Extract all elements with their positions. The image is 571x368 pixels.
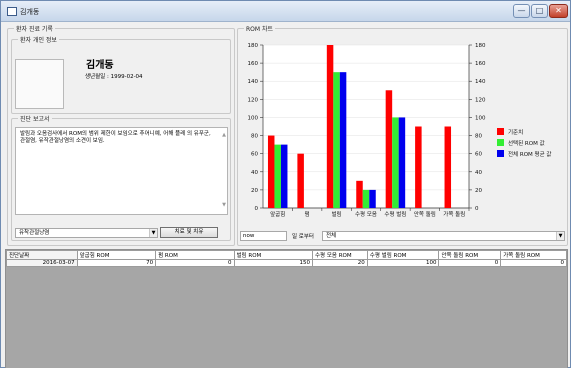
x-tick-label: 앞굽힘 bbox=[270, 210, 285, 218]
x-tick-label: 가쪽 돌림 bbox=[443, 210, 465, 218]
chevron-down-icon[interactable]: ▼ bbox=[149, 229, 157, 237]
bar bbox=[280, 144, 288, 208]
y2-tick-label: 40 bbox=[475, 170, 482, 176]
legend-swatch bbox=[497, 150, 504, 157]
column-header[interactable]: 앞굽힘 ROM bbox=[76, 250, 157, 260]
y-tick-label: 120 bbox=[248, 97, 259, 103]
range-chevron-down-icon[interactable]: ▼ bbox=[556, 232, 564, 240]
y-tick-label: 140 bbox=[248, 79, 259, 85]
y-tick-label: 60 bbox=[251, 152, 258, 158]
bar bbox=[333, 72, 340, 208]
y-tick-label: 100 bbox=[248, 115, 259, 121]
minimize-button[interactable]: — bbox=[513, 4, 530, 18]
x-tick-label: 펌 bbox=[305, 211, 310, 218]
rom-chart-label: ROM 차트 bbox=[244, 24, 276, 33]
app-icon bbox=[7, 7, 17, 16]
bar bbox=[362, 189, 370, 208]
date-suffix-label: 일 로부터 bbox=[292, 234, 314, 240]
patient-info-label: 환자 개인 정보 bbox=[18, 35, 59, 44]
patient-name: 김개동 bbox=[86, 60, 114, 71]
y-tick-label: 180 bbox=[248, 43, 259, 49]
x-tick-label: 벌림 bbox=[332, 210, 342, 218]
table-cell[interactable]: 0 bbox=[500, 259, 567, 267]
window-title: 김개동 bbox=[20, 8, 40, 16]
bar bbox=[274, 144, 281, 208]
column-header[interactable]: 펌 ROM bbox=[155, 250, 235, 260]
bar bbox=[385, 90, 393, 208]
birth-date: 생년월일 : 1999-02-04 bbox=[85, 74, 143, 80]
y-tick-label: 0 bbox=[255, 206, 259, 212]
table-cell[interactable]: 0 bbox=[438, 259, 502, 267]
table-header-row: 진단날짜 앞굽힘 ROM 펌 ROM 벌림 ROM 수평 모음 ROM 수평 벌림 ROM… bbox=[6, 250, 567, 260]
main-window: 김개동 — □ ✕ 환자 진료 기록 환자 개인 정보 김개동 생년월일 : 1… bbox=[0, 0, 571, 368]
table-row[interactable]: 2016-03-07 70 0 150 20 100 0 0 bbox=[6, 259, 567, 267]
table-cell[interactable]: 2016-03-07 bbox=[6, 259, 78, 267]
column-header[interactable]: 벌림 ROM bbox=[233, 250, 313, 260]
diagnosis-select[interactable]: 유착관절낭염 ▼ bbox=[15, 228, 158, 238]
bar bbox=[339, 72, 347, 208]
column-header[interactable]: 수평 모음 ROM bbox=[311, 250, 368, 260]
y2-tick-label: 20 bbox=[475, 188, 482, 194]
y2-tick-label: 60 bbox=[475, 152, 482, 158]
rom-history-table: 진단날짜 앞굽힘 ROM 펌 ROM 벌림 ROM 수평 모음 ROM 수평 벌림 ROM… bbox=[6, 250, 567, 267]
range-select-value: 전체 bbox=[326, 233, 337, 239]
date-input[interactable]: now bbox=[240, 231, 287, 241]
y2-tick-label: 100 bbox=[475, 115, 486, 121]
legend-swatch bbox=[497, 139, 504, 146]
column-header[interactable]: 진단날짜 bbox=[6, 250, 78, 260]
title-bar[interactable]: 김개동 — □ ✕ bbox=[1, 1, 570, 22]
scroll-up-icon[interactable]: ▲ bbox=[221, 132, 227, 138]
y2-tick-label: 140 bbox=[475, 79, 486, 85]
column-header[interactable]: 가쪽 돌림 ROM bbox=[500, 250, 567, 260]
bar bbox=[267, 135, 275, 208]
legend-label: 선택된 ROM 값 bbox=[508, 139, 545, 147]
table-cell[interactable]: 0 bbox=[155, 259, 235, 267]
bar bbox=[326, 45, 334, 208]
table-cell[interactable]: 20 bbox=[311, 259, 368, 267]
y2-tick-label: 0 bbox=[475, 206, 479, 212]
patient-photo bbox=[15, 59, 64, 109]
table-cell[interactable]: 100 bbox=[366, 259, 440, 267]
bar bbox=[444, 126, 452, 208]
client-area: 환자 진료 기록 환자 개인 정보 김개동 생년월일 : 1999-02-04 … bbox=[3, 23, 569, 368]
report-scrollbar[interactable]: ▲ ▼ bbox=[221, 128, 227, 214]
diagnosis-select-value: 유착관절낭염 bbox=[19, 230, 50, 236]
y2-tick-label: 120 bbox=[475, 97, 486, 103]
rom-chart: 0 0 20 20 40 40 60 60 80 80 100 100 120 120 140 140 160 1… bbox=[248, 43, 552, 218]
y-tick-label: 160 bbox=[248, 61, 259, 67]
y-tick-label: 20 bbox=[251, 188, 258, 194]
x-tick-label: 안쪽 돌림 bbox=[414, 210, 436, 218]
legend-label: 기준치 bbox=[508, 128, 523, 136]
maximize-button[interactable]: □ bbox=[531, 4, 548, 18]
bar bbox=[297, 153, 304, 208]
bar bbox=[415, 126, 422, 208]
bar bbox=[398, 117, 406, 208]
report-textarea[interactable]: 발림과 오음검사에서 ROM의 범위 제한이 보임으로 추어니예, 어해 플레 … bbox=[15, 127, 228, 215]
legend-label: 전체 ROM 평균 값 bbox=[508, 150, 551, 158]
column-header[interactable]: 수평 벌림 ROM bbox=[366, 250, 440, 260]
bar bbox=[356, 180, 363, 208]
rom-history-grid[interactable]: 진단날짜 앞굽힘 ROM 펌 ROM 벌림 ROM 수평 모음 ROM 수평 벌림 ROM… bbox=[5, 249, 568, 368]
y-tick-label: 40 bbox=[251, 170, 258, 176]
plot-background bbox=[263, 45, 469, 208]
record-group-label: 환자 진료 기록 bbox=[14, 24, 55, 33]
bar bbox=[369, 189, 376, 208]
scroll-down-icon[interactable]: ▼ bbox=[221, 202, 227, 208]
x-tick-label: 수평 모음 bbox=[355, 211, 377, 218]
y-tick-label: 80 bbox=[251, 134, 258, 140]
range-select[interactable]: 전체 ▼ bbox=[322, 231, 565, 241]
column-header[interactable]: 안쪽 돌림 ROM bbox=[438, 250, 502, 260]
table-cell[interactable]: 70 bbox=[76, 259, 157, 267]
y2-tick-label: 80 bbox=[475, 134, 482, 140]
y2-tick-label: 160 bbox=[475, 61, 486, 67]
bar bbox=[392, 117, 399, 208]
table-cell[interactable]: 150 bbox=[233, 259, 313, 267]
diagnosis-report-label: 진단 보고서 bbox=[18, 114, 52, 123]
x-tick-label: 수평 벌림 bbox=[384, 210, 406, 218]
treat-button[interactable]: 치료 및 치유 bbox=[160, 227, 218, 238]
y2-tick-label: 180 bbox=[475, 43, 486, 49]
table-body: 2016-03-07 70 0 150 20 100 0 0 bbox=[6, 259, 567, 267]
close-button[interactable]: ✕ bbox=[549, 4, 568, 18]
legend-swatch bbox=[497, 128, 504, 135]
